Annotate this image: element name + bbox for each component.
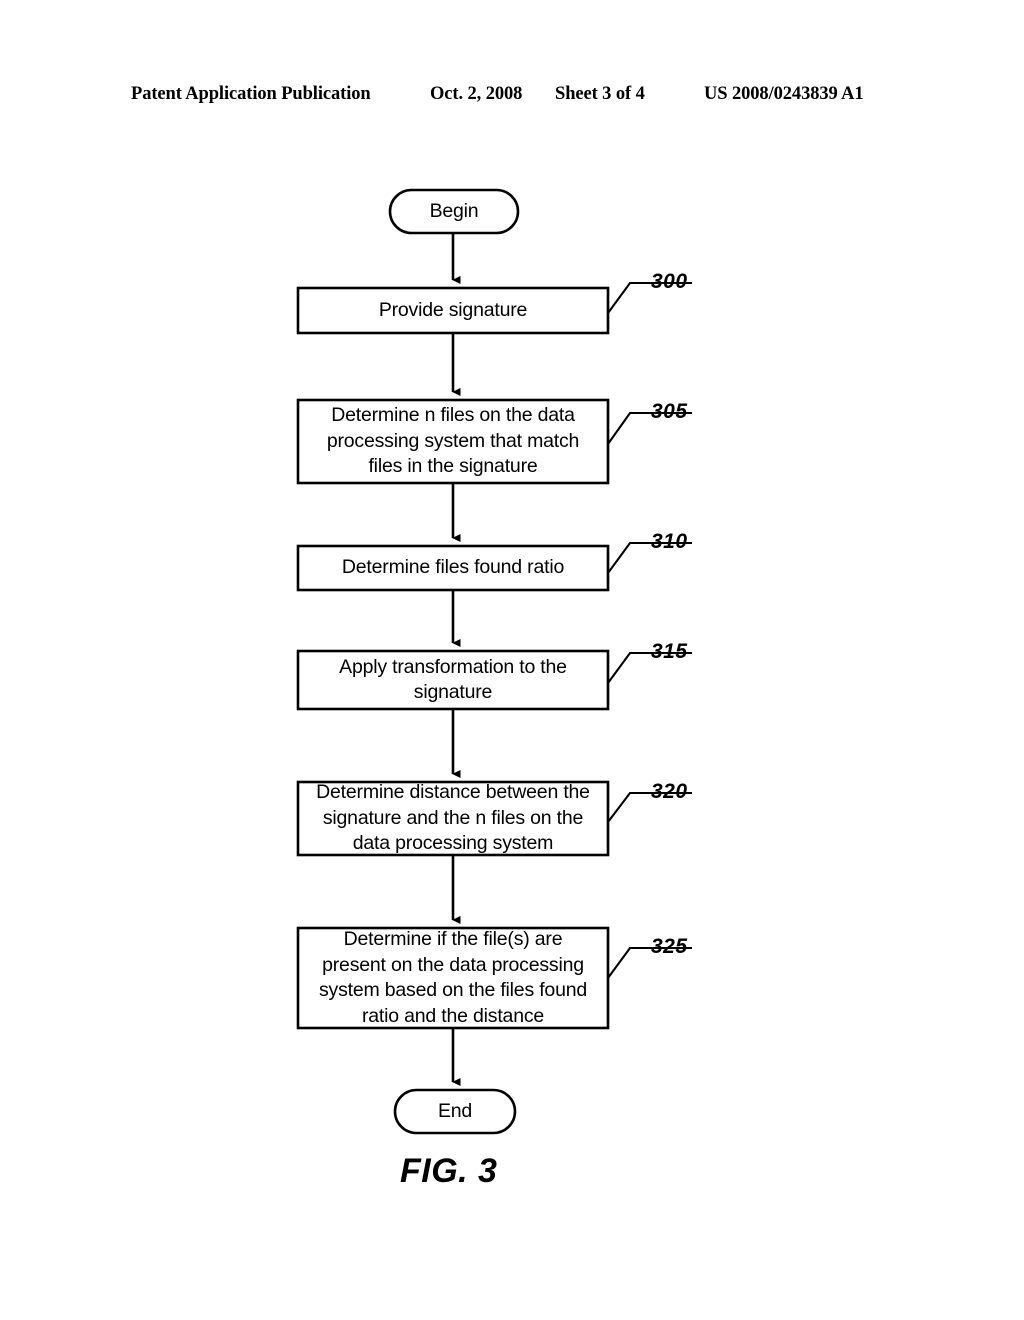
step-305-label: Determine n files on the data processing… <box>326 404 580 478</box>
end-terminal-label: End <box>437 1099 473 1122</box>
reference-numeral-320: 320 <box>651 780 688 803</box>
reference-numeral-325: 325 <box>651 935 688 958</box>
step-315-label: Apply transformation to the signature <box>339 655 567 704</box>
step-300-label: Provide signature <box>378 298 528 321</box>
reference-numeral-315: 315 <box>651 640 688 663</box>
reference-numeral-310: 310 <box>651 530 688 553</box>
figure-3-flowchart: Begin Provide signature Determine n file… <box>0 0 1024 1320</box>
reference-numeral-305: 305 <box>651 400 688 423</box>
figure-caption: FIG. 3 <box>400 1152 498 1190</box>
reference-numeral-300: 300 <box>651 270 688 293</box>
step-310-label: Determine files found ratio <box>341 556 565 579</box>
step-325-label: Determine if the file(s) are present on … <box>318 928 588 1027</box>
step-320-label: Determine distance between the signature… <box>316 781 590 855</box>
begin-terminal-label: Begin <box>429 199 479 222</box>
